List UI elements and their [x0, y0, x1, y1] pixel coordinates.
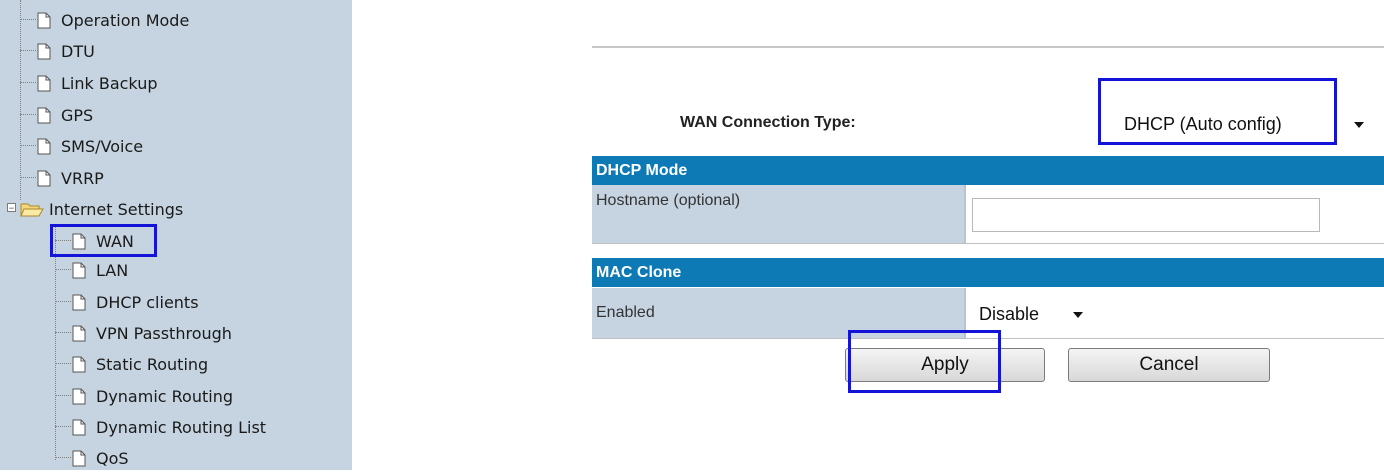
sidebar-item-label: Static Routing — [96, 354, 209, 374]
sidebar-item-vrrp[interactable]: VRRP — [20, 163, 104, 193]
tree-connector — [55, 395, 71, 397]
dhcp-mode-header: DHCP Mode — [592, 156, 1384, 185]
document-icon — [72, 419, 86, 436]
document-icon — [72, 325, 86, 342]
sidebar-item-label: Dynamic Routing List — [96, 417, 267, 437]
hostname-label: Hostname (optional) — [592, 185, 966, 243]
tree-connector — [20, 82, 36, 84]
document-icon — [37, 43, 51, 60]
tree-connector — [55, 426, 71, 428]
document-icon — [72, 388, 86, 405]
document-icon — [72, 262, 86, 279]
tree-connector — [20, 19, 36, 21]
sidebar-item-label: VPN Passthrough — [96, 323, 232, 343]
document-icon — [37, 170, 51, 187]
cancel-button-label: Cancel — [1139, 354, 1199, 375]
sidebar-item-static-routing[interactable]: Static Routing — [55, 349, 208, 379]
sidebar-item-label: QoS — [96, 448, 129, 468]
mac-clone-enabled-select[interactable]: Disable — [970, 295, 1092, 331]
mac-clone-header: MAC Clone — [592, 258, 1384, 287]
sidebar-item-label: DTU — [61, 41, 95, 61]
hostname-input[interactable] — [972, 198, 1320, 232]
sidebar-tree: Operation Mode DTU Link Backup GPS SMS/V… — [0, 0, 352, 470]
enabled-value-cell: Disable — [966, 288, 1384, 338]
hostname-row: Hostname (optional) — [592, 185, 1384, 244]
top-divider — [592, 46, 1384, 48]
sidebar-item-label: Internet Settings — [49, 199, 184, 219]
tree-connector — [55, 301, 71, 303]
wan-type-highlight — [1098, 78, 1337, 145]
sidebar-item-lan[interactable]: LAN — [55, 255, 128, 285]
sidebar-item-label: LAN — [96, 260, 129, 280]
wan-selection-highlight — [50, 224, 157, 257]
tree-connector — [20, 50, 36, 52]
sidebar-item-dhcp-clients[interactable]: DHCP clients — [55, 287, 199, 317]
collapse-toggle-icon[interactable]: − — [7, 203, 16, 213]
document-icon — [37, 138, 51, 155]
sidebar-item-vpn-passthrough[interactable]: VPN Passthrough — [55, 318, 232, 348]
sidebar-item-label: Dynamic Routing — [96, 386, 233, 406]
document-icon — [72, 294, 86, 311]
sidebar-item-label: GPS — [61, 105, 94, 125]
tree-connector — [55, 457, 71, 459]
sidebar-item-qos[interactable]: QoS — [55, 443, 129, 473]
sidebar-item-label: Operation Mode — [61, 10, 190, 30]
sidebar-item-dynamic-routing[interactable]: Dynamic Routing — [55, 381, 233, 411]
tree-connector — [55, 332, 71, 334]
hostname-value-cell — [966, 185, 1384, 243]
sidebar-item-link-backup[interactable]: Link Backup — [20, 68, 158, 98]
sidebar-folder-internet-settings[interactable]: Internet Settings — [20, 194, 183, 224]
tree-connector — [55, 363, 71, 365]
document-icon — [37, 107, 51, 124]
folder-open-icon — [20, 201, 44, 218]
document-icon — [72, 450, 86, 467]
chevron-down-icon — [1354, 122, 1364, 128]
wan-connection-type-label: WAN Connection Type: — [680, 114, 856, 131]
sidebar-item-dynamic-routing-list[interactable]: Dynamic Routing List — [55, 412, 266, 442]
sidebar-item-label: DHCP clients — [96, 292, 199, 312]
cancel-button[interactable]: Cancel — [1068, 348, 1270, 382]
apply-highlight — [848, 330, 1001, 393]
tree-connector — [20, 177, 36, 179]
mac-clone-enabled-value: Disable — [979, 304, 1040, 324]
sidebar-item-label: Link Backup — [61, 73, 158, 93]
tree-connector — [20, 114, 36, 116]
chevron-down-icon — [1073, 312, 1083, 318]
document-icon — [72, 356, 86, 373]
document-icon — [37, 12, 51, 29]
tree-connector — [20, 145, 36, 147]
tree-connector — [55, 269, 71, 271]
sidebar-item-gps[interactable]: GPS — [20, 100, 93, 130]
document-icon — [37, 75, 51, 92]
sidebar-item-dtu[interactable]: DTU — [20, 36, 95, 66]
sidebar-item-operation-mode[interactable]: Operation Mode — [20, 5, 189, 35]
sidebar-item-label: SMS/Voice — [61, 136, 144, 156]
sidebar-item-label: VRRP — [61, 168, 104, 188]
sidebar-item-sms-voice[interactable]: SMS/Voice — [20, 131, 143, 161]
